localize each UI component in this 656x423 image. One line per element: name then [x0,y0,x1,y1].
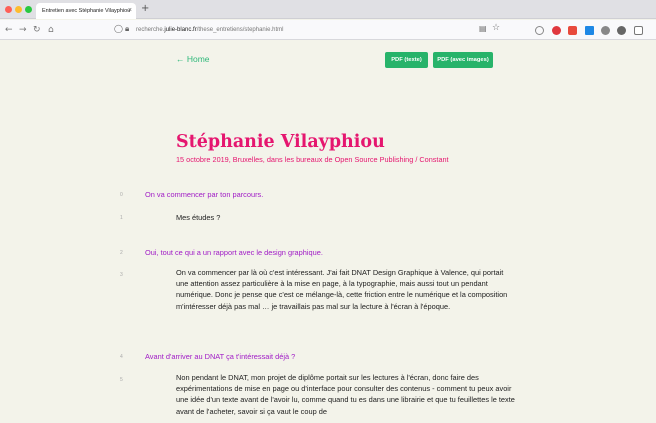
shield-icon[interactable]: ◯ [114,24,123,33]
extension-icon[interactable] [552,26,561,35]
reload-icon[interactable]: ↻ [33,23,41,37]
line-number: 1 [120,215,123,221]
extension-icon[interactable] [585,26,594,35]
new-tab-button[interactable]: + [141,2,149,16]
sidebar-toggle-icon[interactable] [634,26,643,35]
answer: On va commencer par là où c'est intéress… [176,268,508,311]
bookmark-star-icon[interactable]: ☆ [492,23,500,33]
pdf-images-button[interactable]: PDF (avec images) [433,52,493,68]
window-minimize-button[interactable] [15,6,22,13]
pdf-text-button[interactable]: PDF (texte) [385,52,428,68]
tab-title: Entretien avec Stéphanie Vilayphiou [42,8,131,14]
tab-close-icon[interactable]: × [128,3,132,19]
extension-icon[interactable] [568,26,577,35]
question: On va commencer par ton parcours. [145,190,264,199]
line-number: 4 [120,354,123,360]
line-number: 2 [120,250,123,256]
answer: Non pendant le DNAT, mon projet de diplô… [176,373,515,416]
page-subtitle: 15 octobre 2019, Bruxelles, dans les bur… [176,155,449,164]
lock-icon[interactable]: 🔒︎ [125,24,129,34]
question: Avant d'arriver au DNAT ça t'intéressait… [145,352,296,361]
extension-icon[interactable] [601,26,610,35]
home-icon[interactable]: ⌂ [48,23,54,37]
window-close-button[interactable] [5,6,12,13]
home-link[interactable]: ← Home [176,54,210,64]
browser-tab[interactable]: Entretien avec Stéphanie Vilayphiou × [36,3,136,19]
reader-mode-icon[interactable]: ▤ [479,24,487,33]
url-bar[interactable]: ◯ 🔒︎ recherche.julie-blanc.fr/these_entr… [106,23,502,37]
line-number: 0 [120,192,123,198]
extension-icon[interactable] [535,26,544,35]
answer: Mes études ? [176,213,221,222]
back-icon[interactable]: ← [5,23,13,37]
line-number: 5 [120,377,123,383]
url-text[interactable]: recherche.julie-blanc.fr/these_entretien… [136,23,283,37]
tab-bar: Entretien avec Stéphanie Vilayphiou × + [0,0,656,19]
extension-icon[interactable] [617,26,626,35]
forward-icon[interactable]: → [19,23,27,37]
navigation-bar: ← → ↻ ⌂ ◯ 🔒︎ recherche.julie-blanc.fr/th… [0,20,656,40]
page-title: Stéphanie Vilayphiou [176,132,385,152]
line-number: 3 [120,272,123,278]
page-content: ← Home PDF (texte) PDF (avec images) Sté… [0,41,656,423]
question: Oui, tout ce qui a un rapport avec le de… [145,248,323,257]
window-maximize-button[interactable] [25,6,32,13]
